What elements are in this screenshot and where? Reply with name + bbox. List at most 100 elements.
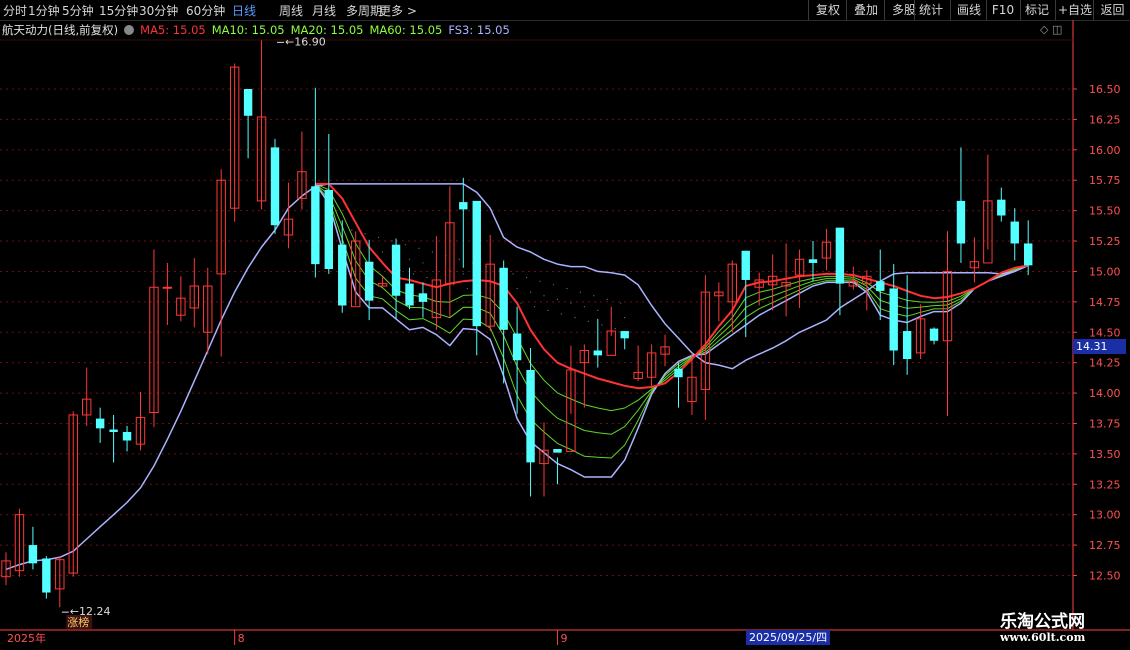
y-tick-label: 16.25 [1089,113,1121,126]
band-dot [587,320,589,322]
y-tick-label: 15.75 [1089,174,1121,187]
y-tick-label: 12.50 [1089,570,1121,583]
band-dot [547,309,549,311]
candle-body [391,244,401,296]
candle-body [459,202,468,210]
y-tick-label: 15.25 [1089,235,1121,248]
candle-body [109,429,118,432]
candle-body [499,267,508,330]
candle-body [243,89,253,116]
y-tick-label: 14.50 [1089,326,1121,339]
band-dot [453,284,455,286]
candle-body [741,250,750,280]
candle-body [364,261,374,301]
band-dot [579,291,581,293]
candlestick-chart[interactable]: 12.50 12.75 13.00 13.25 13.50 13.75 14.00 14.25… [0,0,1130,650]
band-dot [378,236,380,238]
watermark-title: 乐淘公式网 [1000,612,1085,632]
candle-body [418,293,428,302]
cursor-date-tag: 2025/09/25/四 [746,630,831,645]
event-label: 涨榜 [67,615,89,629]
x-axis-label: 2025年 [7,631,46,645]
band-dot [431,251,433,253]
candle-body [405,283,414,306]
y-tick-label: 14.00 [1089,387,1121,400]
y-tick-label: 13.75 [1089,417,1121,430]
band-dot [422,262,424,264]
candle-body [472,200,481,327]
band-dot [601,324,603,326]
candle-body [553,449,562,453]
band-dot [520,302,522,304]
band-dot [560,313,563,315]
watermark-url: www.60lt.com [1000,631,1086,644]
y-tick-label: 14.75 [1089,296,1121,309]
band-dot [556,298,559,301]
candle-body [902,331,912,360]
candle-body [674,368,683,378]
band-dot [624,317,626,319]
candle-body [270,147,280,226]
candle-body [42,558,51,593]
y-tick-label: 14.25 [1089,357,1121,370]
band-dot [570,302,572,304]
candle-body [311,186,320,265]
band-dot [418,247,420,249]
candle-body [889,288,898,351]
band-dot [593,295,595,297]
candle-body [95,418,105,429]
band-dot [614,328,616,330]
x-axis-label: 9 [560,632,567,645]
y-tick-label: 13.25 [1089,478,1121,491]
band-dot [404,244,407,246]
band-dot [606,298,608,301]
band-dot [516,287,518,290]
candle-body [338,244,347,306]
ma-band-line-2 [314,183,1029,459]
candle-body [593,350,602,356]
candle-body [122,431,132,441]
candle-body [876,281,885,291]
band-dot [543,295,545,297]
ma-band-line-1 [314,183,1029,435]
band-dot [552,284,555,286]
y-tick-label: 12.75 [1089,539,1121,552]
price-annotation: ←16.90 [285,35,326,48]
candle-body [956,200,966,244]
band-dot [525,276,528,279]
band-dot [533,306,536,308]
band-dot [408,258,411,260]
band-dot [574,317,576,319]
y-tick-label: 16.50 [1089,83,1121,96]
y-tick-label: 16.00 [1089,144,1121,157]
band-dot [597,309,599,311]
candle-body [808,259,818,263]
candle-body [620,331,629,339]
band-dot [412,273,415,275]
band-dot [539,280,541,282]
candle-body [1024,243,1033,266]
candle-body [526,369,535,463]
band-dot [351,229,353,231]
band-dot [462,273,464,275]
candle-body [28,545,38,564]
ma5-line [315,182,1029,390]
band-dot [391,240,393,242]
band-dot [620,302,622,304]
candle-body [512,333,522,361]
band-dot [566,287,568,290]
band-dot [529,291,532,293]
y-tick-label: 15.00 [1089,265,1121,278]
band-dot [466,287,468,290]
candle-body [1010,221,1019,244]
candle-body [162,286,173,289]
current-price-tag: 14.31 [1073,339,1126,354]
band-dot [364,233,366,235]
x-axis-label: 8 [238,632,245,645]
candle-body [324,189,333,270]
y-tick-label: 15.50 [1089,205,1121,218]
candle-body [835,227,845,284]
band-dot [426,276,428,279]
y-tick-label: 13.00 [1089,509,1121,522]
y-tick-label: 13.50 [1089,448,1121,461]
